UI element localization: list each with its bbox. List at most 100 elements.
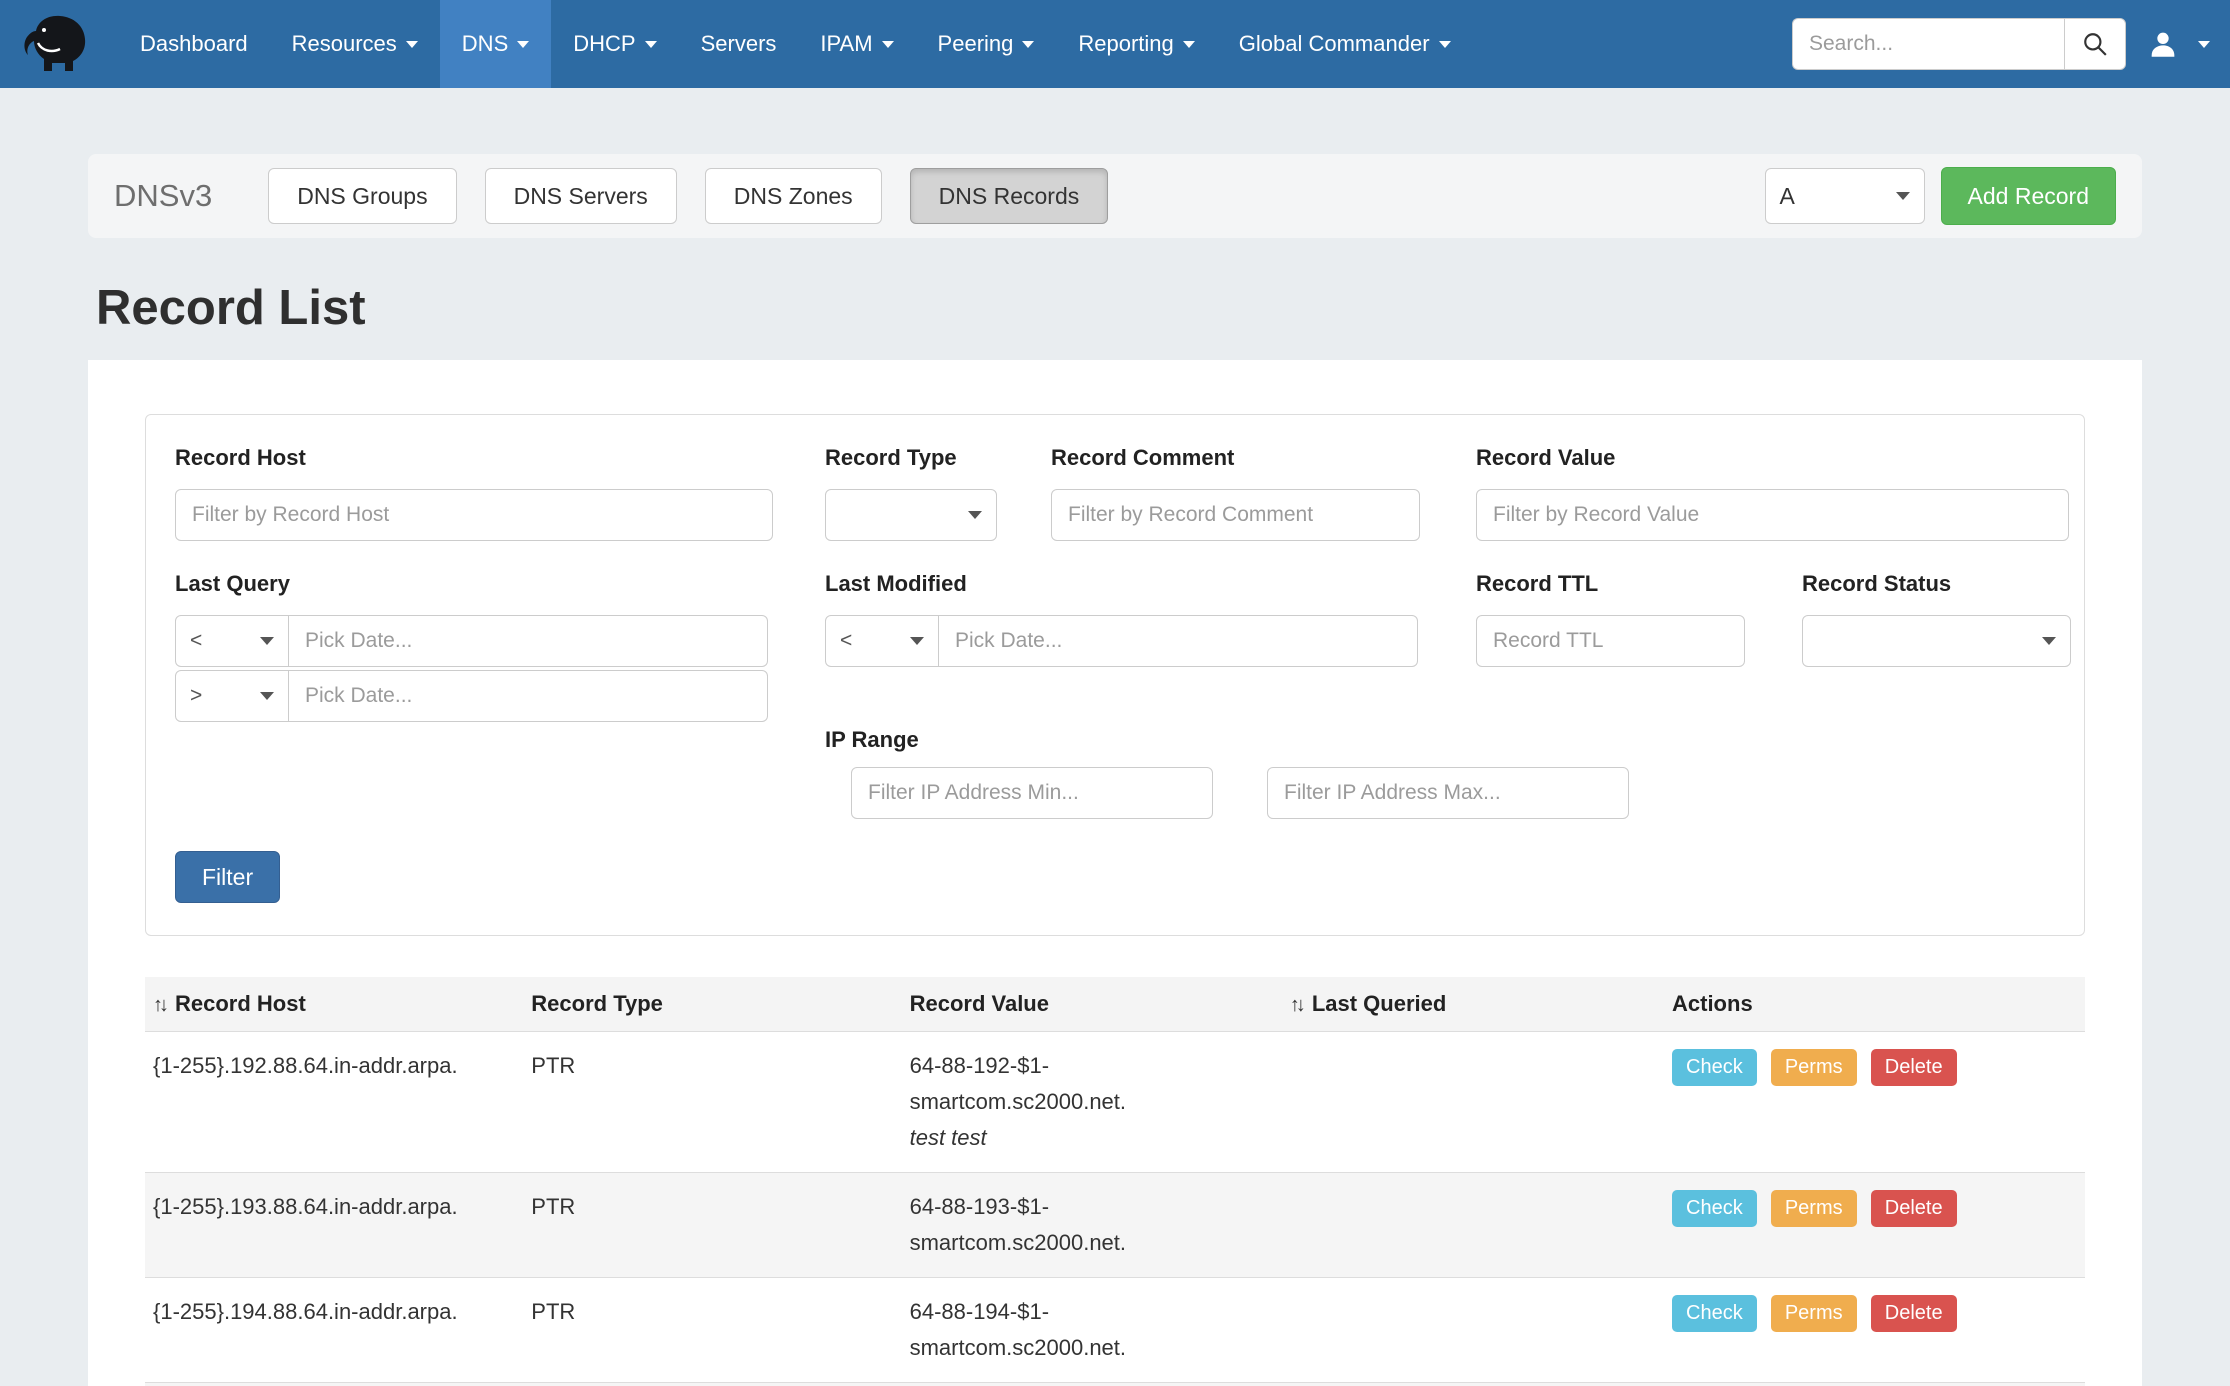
perms-button[interactable]: Perms <box>1771 1190 1857 1227</box>
perms-button[interactable]: Perms <box>1771 1295 1857 1332</box>
last-queried-cell <box>1282 1032 1664 1173</box>
chevron-down-icon <box>1896 192 1910 200</box>
check-button[interactable]: Check <box>1672 1295 1757 1332</box>
record-host-label: Record Host <box>175 445 306 471</box>
record-type-selected-value: A <box>1780 183 1795 210</box>
chevron-down-icon <box>406 41 418 48</box>
ip-range-max-input[interactable] <box>1267 767 1629 819</box>
search-input[interactable] <box>1792 18 2064 70</box>
last-modified-label: Last Modified <box>825 571 967 597</box>
chevron-down-icon <box>1183 41 1195 48</box>
record-host-cell: {1-255}.192.88.64.in-addr.arpa. <box>145 1032 523 1173</box>
dns-subheader: DNSv3 DNS Groups DNS Servers DNS Zones D… <box>88 154 2142 238</box>
sort-icon: ↑↓ <box>153 994 165 1017</box>
last-modified-lt-select[interactable]: < <box>825 615 939 667</box>
sort-icon: ↑↓ <box>1290 994 1302 1017</box>
header-last-queried[interactable]: ↑↓Last Queried <box>1282 977 1664 1032</box>
tab-dns-zones[interactable]: DNS Zones <box>705 168 882 224</box>
nav-label: Reporting <box>1078 31 1173 57</box>
chevron-down-icon <box>910 637 924 645</box>
record-host-cell: {1-255}.194.88.64.in-addr.arpa. <box>145 1278 523 1383</box>
chevron-down-icon <box>1439 41 1451 48</box>
nav-item-resources[interactable]: Resources <box>270 0 440 88</box>
record-value: 64-88-193-$1-smartcom.sc2000.net. <box>910 1189 1250 1261</box>
record-value-cell: 64-88-194-$1-smartcom.sc2000.net. <box>902 1278 1282 1383</box>
nav-item-global-commander[interactable]: Global Commander <box>1217 0 1473 88</box>
page-title: Record List <box>96 280 2142 336</box>
nav-label: Global Commander <box>1239 31 1430 57</box>
chevron-down-icon <box>968 511 982 519</box>
record-type-filter-select[interactable] <box>825 489 997 541</box>
search-button[interactable] <box>2064 18 2126 70</box>
nav-item-ipam[interactable]: IPAM <box>798 0 915 88</box>
tab-dns-servers[interactable]: DNS Servers <box>485 168 677 224</box>
record-type-cell: PTR <box>523 1032 901 1173</box>
record-value-cell: 64-88-193-$1-smartcom.sc2000.net. <box>902 1173 1282 1278</box>
record-value-cell: 64-88-192-$1-smartcom.sc2000.net. test t… <box>902 1032 1282 1173</box>
record-value-filter-input[interactable] <box>1476 489 2069 541</box>
header-record-value: Record Value <box>902 977 1282 1032</box>
record-type-label: Record Type <box>825 445 957 471</box>
record-value: 64-88-192-$1-smartcom.sc2000.net. <box>910 1048 1250 1120</box>
header-record-host[interactable]: ↑↓Record Host <box>145 977 523 1032</box>
tab-dns-records[interactable]: DNS Records <box>910 168 1109 224</box>
record-ttl-filter-input[interactable] <box>1476 615 1745 667</box>
delete-button[interactable]: Delete <box>1871 1295 1957 1332</box>
records-table: ↑↓Record Host Record Type Record Value ↑… <box>145 977 2085 1386</box>
nav-item-servers[interactable]: Servers <box>679 0 799 88</box>
filter-button[interactable]: Filter <box>175 851 280 903</box>
check-button[interactable]: Check <box>1672 1190 1757 1227</box>
check-button[interactable]: Check <box>1672 1049 1757 1086</box>
header-label: Actions <box>1672 991 1753 1016</box>
nav-item-dhcp[interactable]: DHCP <box>551 0 678 88</box>
record-type-cell: PTR <box>523 1278 901 1383</box>
delete-button[interactable]: Delete <box>1871 1049 1957 1086</box>
chevron-down-icon <box>2198 41 2210 48</box>
last-query-after-date-input[interactable] <box>289 670 768 722</box>
chevron-down-icon <box>2042 637 2056 645</box>
brand-logo-link[interactable] <box>14 0 118 88</box>
last-queried-cell <box>1282 1278 1664 1383</box>
nav-label: Servers <box>701 31 777 57</box>
delete-button[interactable]: Delete <box>1871 1190 1957 1227</box>
record-type-select[interactable]: A <box>1765 168 1925 224</box>
add-record-button[interactable]: Add Record <box>1941 167 2116 225</box>
actions-cell: Check Perms Delete <box>1664 1032 2085 1173</box>
record-list-card: Record Host Record Type Record Comment R… <box>88 360 2142 1386</box>
actions-cell: Check Perms Delete <box>1664 1278 2085 1383</box>
nav-item-dashboard[interactable]: Dashboard <box>118 0 270 88</box>
record-status-filter-select[interactable] <box>1802 615 2071 667</box>
nav-item-reporting[interactable]: Reporting <box>1056 0 1216 88</box>
record-ttl-label: Record TTL <box>1476 571 1598 597</box>
user-icon <box>2146 27 2180 61</box>
record-host-cell: {1-255}.193.88.64.in-addr.arpa. <box>145 1173 523 1278</box>
nav-item-dns[interactable]: DNS <box>440 0 551 88</box>
record-value: 64-88-194-$1-smartcom.sc2000.net. <box>910 1294 1250 1366</box>
tab-dns-groups[interactable]: DNS Groups <box>268 168 456 224</box>
user-menu[interactable] <box>2146 27 2210 61</box>
chevron-down-icon <box>260 637 274 645</box>
partial-row-cell <box>145 1383 2085 1386</box>
last-query-before-date-input[interactable] <box>289 615 768 667</box>
nav-label: DNS <box>462 31 508 57</box>
chevron-down-icon <box>882 41 894 48</box>
last-query-gt-select[interactable]: > <box>175 670 289 722</box>
record-note: test test <box>910 1120 1282 1156</box>
subheader-actions: A Add Record <box>1765 167 2116 225</box>
nav-label: IPAM <box>820 31 872 57</box>
header-actions: Actions <box>1664 977 2085 1032</box>
ip-range-min-input[interactable] <box>851 767 1213 819</box>
mammoth-logo <box>22 13 94 75</box>
table-row: {1-255}.193.88.64.in-addr.arpa. PTR 64-8… <box>145 1173 2085 1278</box>
top-navbar: Dashboard Resources DNS DHCP Servers IPA… <box>0 0 2230 88</box>
record-host-filter-input[interactable] <box>175 489 773 541</box>
last-modified-date-input[interactable] <box>939 615 1418 667</box>
record-comment-filter-input[interactable] <box>1051 489 1420 541</box>
filter-panel: Record Host Record Type Record Comment R… <box>145 414 2085 936</box>
chevron-down-icon <box>260 692 274 700</box>
nav-item-peering[interactable]: Peering <box>916 0 1057 88</box>
last-query-lt-select[interactable]: < <box>175 615 289 667</box>
chevron-down-icon <box>645 41 657 48</box>
chevron-down-icon <box>517 41 529 48</box>
perms-button[interactable]: Perms <box>1771 1049 1857 1086</box>
